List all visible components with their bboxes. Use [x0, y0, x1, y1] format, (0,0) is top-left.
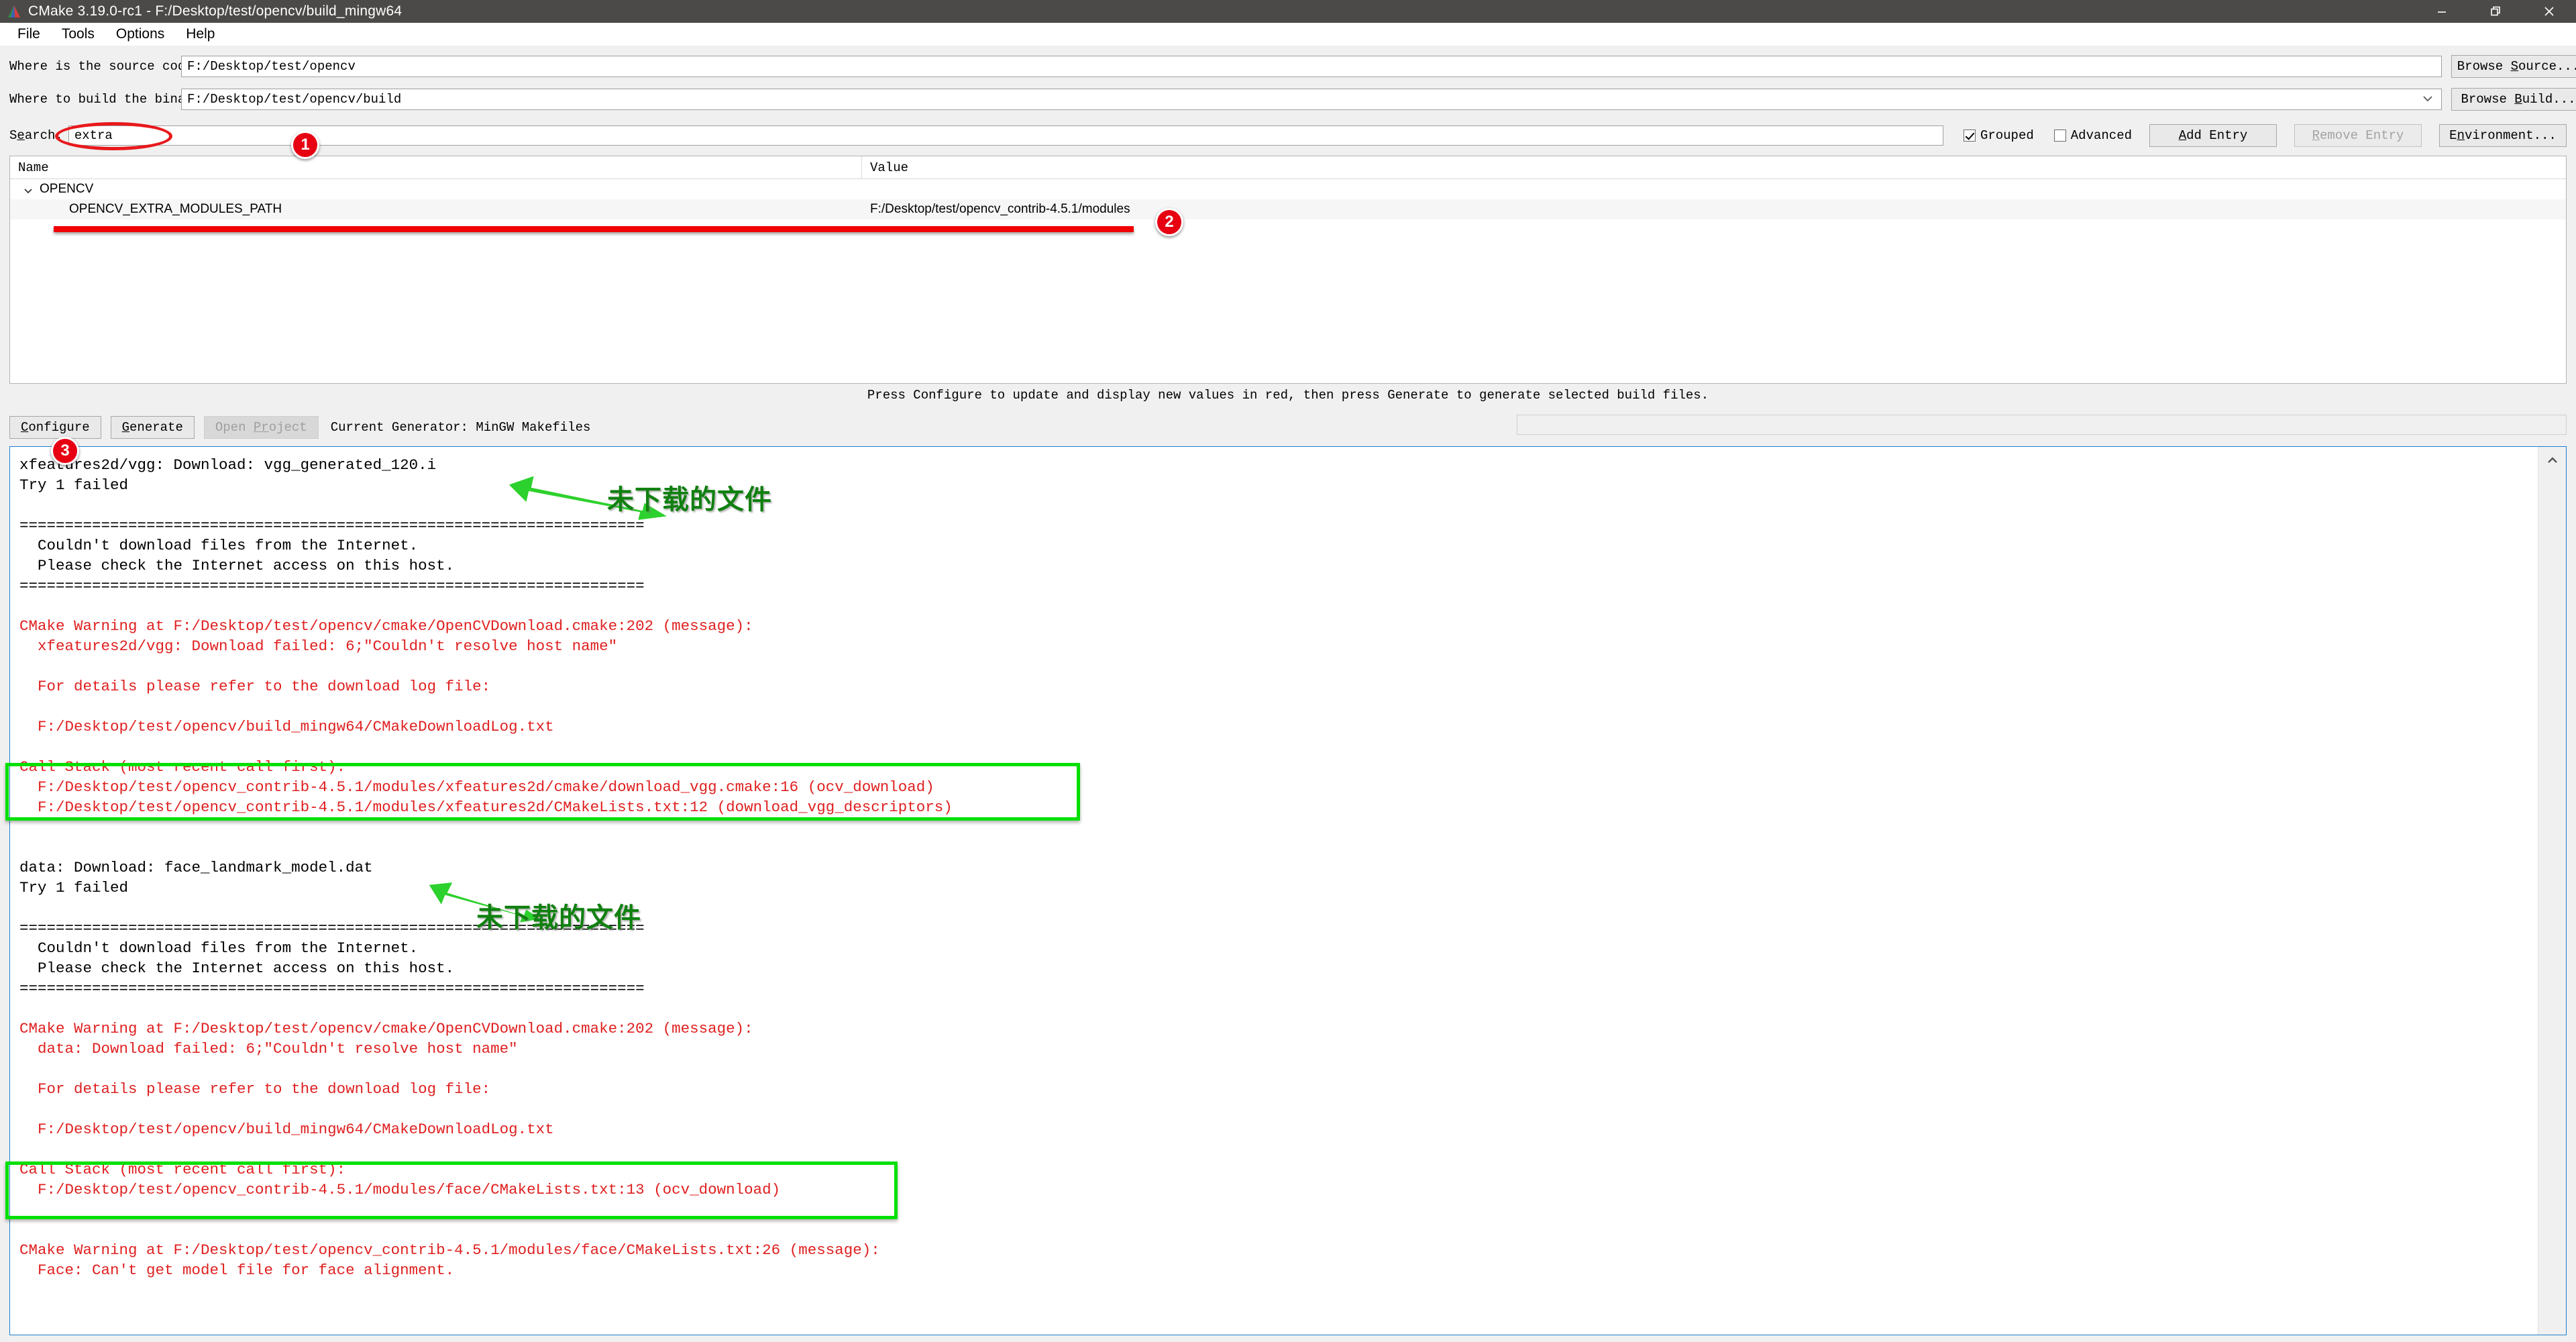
maximize-button[interactable] [2469, 0, 2522, 23]
checkbox-icon-advanced[interactable] [2053, 130, 2066, 142]
remove-entry-button: Remove Entry [2294, 124, 2422, 147]
menu-item-file[interactable]: File [7, 24, 51, 44]
scroll-up-arrow-icon[interactable] [2538, 447, 2566, 474]
callstack-highlight-box-1 [5, 763, 1080, 821]
source-path-value: F:/Desktop/test/opencv [187, 59, 356, 74]
cache-variables-panel: Name Value OPENCV OPENCV_EXTRA_MODULES_P… [9, 156, 2567, 384]
chevron-down-icon-group[interactable] [23, 185, 33, 194]
log-line: F:/Desktop/test/opencv/build_mingw64/CMa… [19, 1121, 554, 1138]
cache-entry-value[interactable]: F:/Desktop/test/opencv_contrib-4.5.1/mod… [862, 202, 1130, 217]
menu-item-options[interactable]: Options [105, 24, 175, 44]
log-scrollbar[interactable] [2538, 447, 2566, 1335]
log-line: Couldn't download files from the Interne… [19, 537, 419, 554]
browse-source-button[interactable]: Browse Source... [2451, 55, 2576, 78]
chevron-down-icon[interactable] [2421, 92, 2434, 107]
title-bar: CMake 3.19.0-rc1 - F:/Desktop/test/openc… [0, 0, 2576, 23]
cache-entry-underline [54, 226, 1134, 232]
log-line: For details please refer to the download… [19, 1080, 491, 1098]
table-row[interactable]: OPENCV_EXTRA_MODULES_PATH F:/Desktop/tes… [10, 199, 2566, 219]
log-line: Face: Can't get model file for face alig… [19, 1261, 455, 1279]
grouped-label: Grouped [1980, 128, 2034, 143]
log-line: Please check the Internet access on this… [19, 960, 455, 977]
search-row: Search: extra Grouped Advanced Add Entry… [0, 121, 2576, 150]
log-line: Try 1 failed [19, 476, 129, 494]
annotation-note-2: 未下载的文件 [476, 902, 641, 933]
cmake-gui-window: CMake 3.19.0-rc1 - F:/Desktop/test/openc… [0, 0, 2576, 1342]
log-line: F:/Desktop/test/opencv/build_mingw64/CMa… [19, 718, 554, 735]
cache-table-header: Name Value [10, 156, 2566, 179]
build-path-label: Where to build the binaries: [9, 92, 224, 107]
menu-bar: File Tools Options Help [0, 23, 2576, 46]
log-line: data: Download failed: 6;"Couldn't resol… [19, 1040, 518, 1057]
column-header-value[interactable]: Value [862, 156, 2566, 178]
log-line: xfeatures2d/vgg: Download: vgg_generated… [19, 456, 437, 474]
current-generator-text: Current Generator: MinGW Makefiles [330, 420, 591, 435]
progress-bar [1517, 415, 2567, 435]
log-line: CMake Warning at F:/Desktop/test/opencv/… [19, 1020, 753, 1037]
add-entry-button[interactable]: Add Entry [2149, 124, 2277, 147]
cache-group-label: OPENCV [40, 182, 94, 196]
build-path-row: Where to build the binaries: F:/Desktop/… [0, 83, 2576, 115]
grouped-checkbox[interactable]: Grouped [1963, 128, 2034, 143]
source-path-label: Where is the source code: [9, 59, 201, 74]
close-button[interactable] [2522, 0, 2576, 23]
advanced-checkbox[interactable]: Advanced [2053, 128, 2132, 143]
log-line: ========================================… [19, 919, 645, 937]
cache-entry-name: OPENCV_EXTRA_MODULES_PATH [69, 202, 282, 216]
cmake-logo-icon [7, 4, 21, 19]
window-controls [2415, 0, 2576, 23]
annotation-badge-1: 1 [291, 131, 319, 159]
build-path-value: F:/Desktop/test/opencv/build [187, 92, 402, 107]
log-line: Try 1 failed [19, 879, 129, 896]
log-line: data: Download: face_landmark_model.dat [19, 859, 373, 876]
checkbox-icon-grouped[interactable] [1963, 130, 1976, 142]
log-line: ========================================… [19, 980, 645, 997]
annotation-badge-2: 2 [1155, 208, 1183, 236]
annotation-note-1: 未下载的文件 [607, 484, 772, 515]
environment-button[interactable]: Environment... [2439, 124, 2567, 147]
build-path-input[interactable]: F:/Desktop/test/opencv/build [181, 89, 2442, 110]
menu-item-help[interactable]: Help [175, 24, 225, 44]
annotation-badge-3: 3 [51, 437, 79, 465]
source-path-input[interactable]: F:/Desktop/test/opencv [181, 56, 2442, 77]
log-line: Couldn't download files from the Interne… [19, 939, 419, 957]
search-input[interactable]: extra [68, 125, 1943, 146]
search-highlight-ellipse [55, 122, 172, 150]
configure-hint-text: Press Configure to update and display ne… [867, 388, 1709, 403]
cache-group-row[interactable]: OPENCV [10, 179, 2566, 199]
callstack-highlight-box-2 [5, 1162, 898, 1219]
log-line: Please check the Internet access on this… [19, 557, 455, 574]
configure-button[interactable]: Configure [9, 416, 101, 439]
log-line: ========================================… [19, 577, 645, 595]
minimize-button[interactable] [2415, 0, 2469, 23]
source-path-row: Where is the source code: F:/Desktop/tes… [0, 50, 2576, 83]
open-project-button: Open Project [203, 416, 319, 439]
generate-button[interactable]: Generate [110, 416, 195, 439]
log-line: For details please refer to the download… [19, 678, 491, 695]
column-header-name[interactable]: Name [10, 156, 862, 178]
log-line: CMake Warning at F:/Desktop/test/opencv/… [19, 617, 753, 635]
log-line: xfeatures2d/vgg: Download failed: 6;"Cou… [19, 637, 618, 655]
log-line: CMake Warning at F:/Desktop/test/opencv_… [19, 1241, 880, 1259]
advanced-label: Advanced [2070, 128, 2132, 143]
log-line: ========================================… [19, 517, 645, 534]
window-title: CMake 3.19.0-rc1 - F:/Desktop/test/openc… [28, 3, 402, 19]
browse-build-button[interactable]: Browse Build... [2451, 88, 2576, 111]
menu-item-tools[interactable]: Tools [51, 24, 105, 44]
